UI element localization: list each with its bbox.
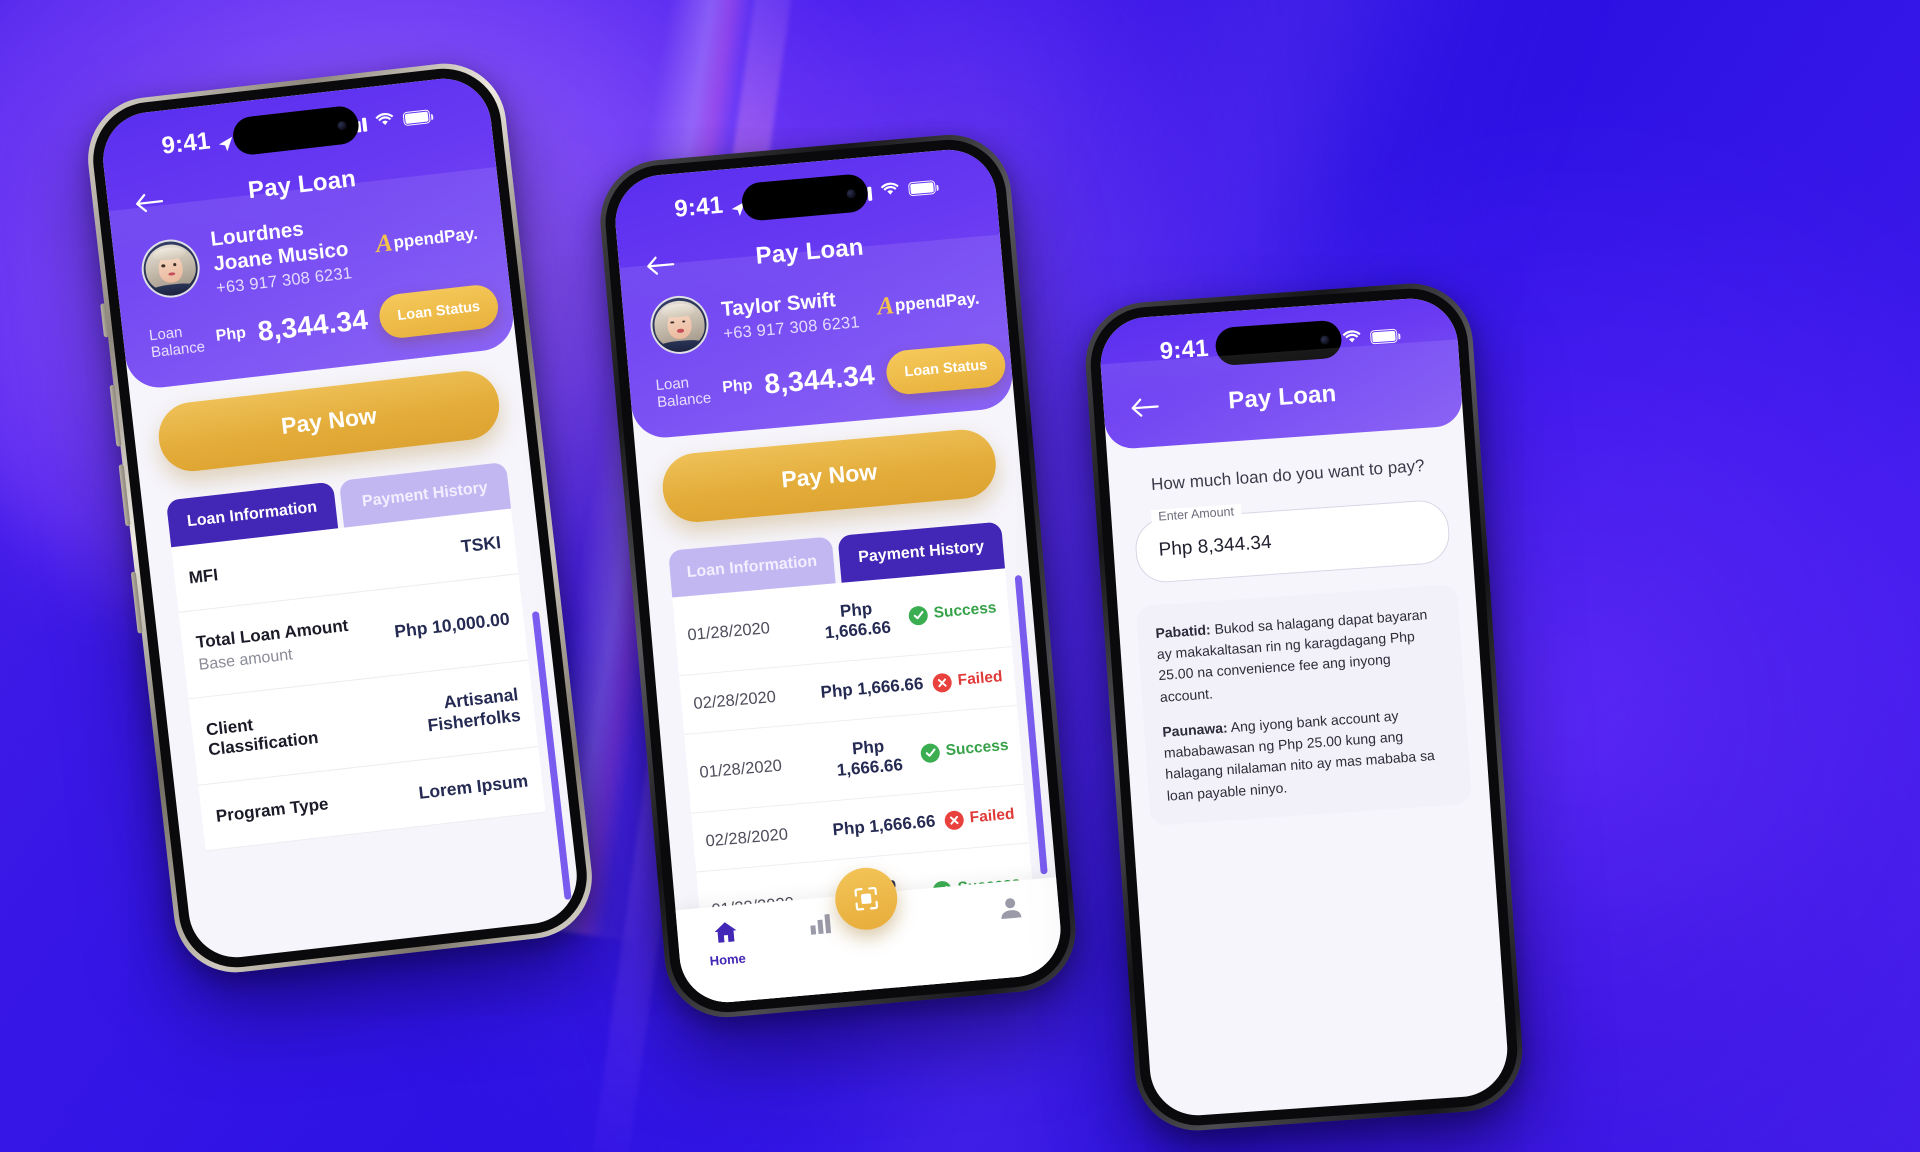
loan-balance-amount: 8,344.34 (763, 359, 876, 400)
wifi-icon (374, 111, 395, 132)
row-value: TSKI (460, 532, 502, 557)
loan-balance-currency: Php (214, 324, 247, 346)
brand-mark: A (374, 228, 394, 258)
pay-now-button[interactable]: Pay Now (155, 367, 503, 475)
brand-name: ppendPay. (894, 288, 981, 315)
loan-status-button[interactable]: Loan Status (377, 283, 501, 341)
nav-item-profile[interactable] (971, 892, 1051, 926)
status-time: 9:41 (673, 191, 725, 223)
payment-amount: Php 1,666.66 (831, 811, 937, 840)
error-circle-icon (932, 672, 953, 693)
payment-status-label: Failed (969, 805, 1016, 827)
row-value: Php 10,000.00 (393, 608, 511, 642)
home-icon (711, 919, 739, 948)
brand-name: ppendPay. (392, 223, 479, 252)
payment-amount: Php 1,666.66 (819, 674, 925, 702)
status-time: 9:41 (1158, 334, 1210, 366)
loan-balance-label: Loan Balance (148, 323, 206, 362)
battery-icon (907, 180, 937, 197)
brand-logo: AppendPay. (374, 223, 479, 258)
brand-logo: AppendPay. (876, 288, 981, 321)
app-header-1: 9:41 Pay Loan Lourdnes Joane Musico +63 … (98, 73, 517, 392)
phone-device-3: 9:41 Pay Loan How much loan do you want … (1081, 279, 1527, 1135)
app-header-2: 9:41 Pay Loan Taylor Swift +63 917 308 6… (611, 145, 1015, 441)
brand-mark: A (876, 292, 896, 321)
payment-date: 01/28/2020 (686, 618, 771, 644)
battery-icon (402, 109, 431, 127)
payment-amount: Php 1,666.66 (824, 599, 892, 643)
avatar (648, 293, 711, 357)
row-label: MFI (187, 564, 219, 588)
notice-paunawa-title: Paunawa: (1161, 719, 1229, 740)
payment-status-label: Failed (957, 668, 1004, 689)
payment-date: 02/28/2020 (692, 687, 777, 713)
notice-pabatid-title: Pabatid: (1154, 621, 1212, 641)
chart-bars-icon (807, 911, 835, 940)
payment-date: 01/28/2020 (698, 756, 783, 782)
payment-status-badge: Failed (932, 668, 1003, 693)
location-arrow-icon (216, 131, 234, 152)
notice-pabatid-text: Bukod sa halagang dapat bayaran ay makak… (1156, 605, 1428, 705)
status-time: 9:41 (160, 127, 212, 160)
row-value: Lorem Ipsum (417, 770, 530, 803)
check-circle-icon (920, 742, 941, 763)
loan-balance-currency: Php (721, 376, 754, 397)
payment-status-label: Success (944, 736, 1010, 760)
notice-paunawa: Paunawa: Ang iyong bank account ay mabab… (1162, 702, 1453, 807)
payment-status-label: Success (932, 599, 998, 622)
nav-item-home[interactable]: Home (685, 917, 767, 971)
notice-pabatid: Pabatid: Bukod sa halagang dapat bayaran… (1155, 603, 1446, 708)
phone1-body: Pay Now Loan Information Payment History… (129, 347, 569, 854)
app-header-3: 9:41 Pay Loan (1097, 295, 1464, 451)
payment-date: 02/28/2020 (704, 824, 789, 851)
error-circle-icon (944, 809, 965, 831)
wifi-icon (1342, 329, 1362, 349)
loan-balance-label: Loan Balance (654, 374, 712, 412)
avatar (138, 236, 203, 301)
payment-status-badge: Success (920, 736, 1009, 763)
notice-box: Pabatid: Bukod sa halagang dapat bayaran… (1135, 583, 1473, 826)
loan-balance-amount: 8,344.34 (256, 303, 370, 348)
payment-status-badge: Success (908, 599, 997, 626)
row-label: Client Classification (205, 715, 320, 760)
loan-status-button[interactable]: Loan Status (884, 341, 1008, 396)
pay-now-button[interactable]: Pay Now (659, 426, 999, 525)
battery-icon (1369, 328, 1398, 345)
payment-status-badge: Failed (944, 805, 1016, 831)
loan-balance-row-2: Loan Balance Php 8,344.34 Loan Status (654, 341, 1008, 416)
phone-device-2: 9:41 Pay Loan Taylor Swift +63 917 308 6… (595, 129, 1081, 1023)
nav-label-home: Home (709, 950, 747, 969)
row-label: Program Type (214, 793, 330, 826)
wifi-icon (880, 181, 901, 202)
person-icon (997, 894, 1025, 923)
check-circle-icon (908, 604, 929, 626)
payment-amount: Php 1,666.66 (836, 736, 904, 780)
loan-information-panel: MFI TSKI Total Loan Amount Base amount P… (171, 508, 546, 852)
amount-field-wrapper: Enter Amount Php 8,344.34 (1133, 498, 1452, 585)
row-value: Artisanal Fisherfolks (426, 684, 522, 736)
